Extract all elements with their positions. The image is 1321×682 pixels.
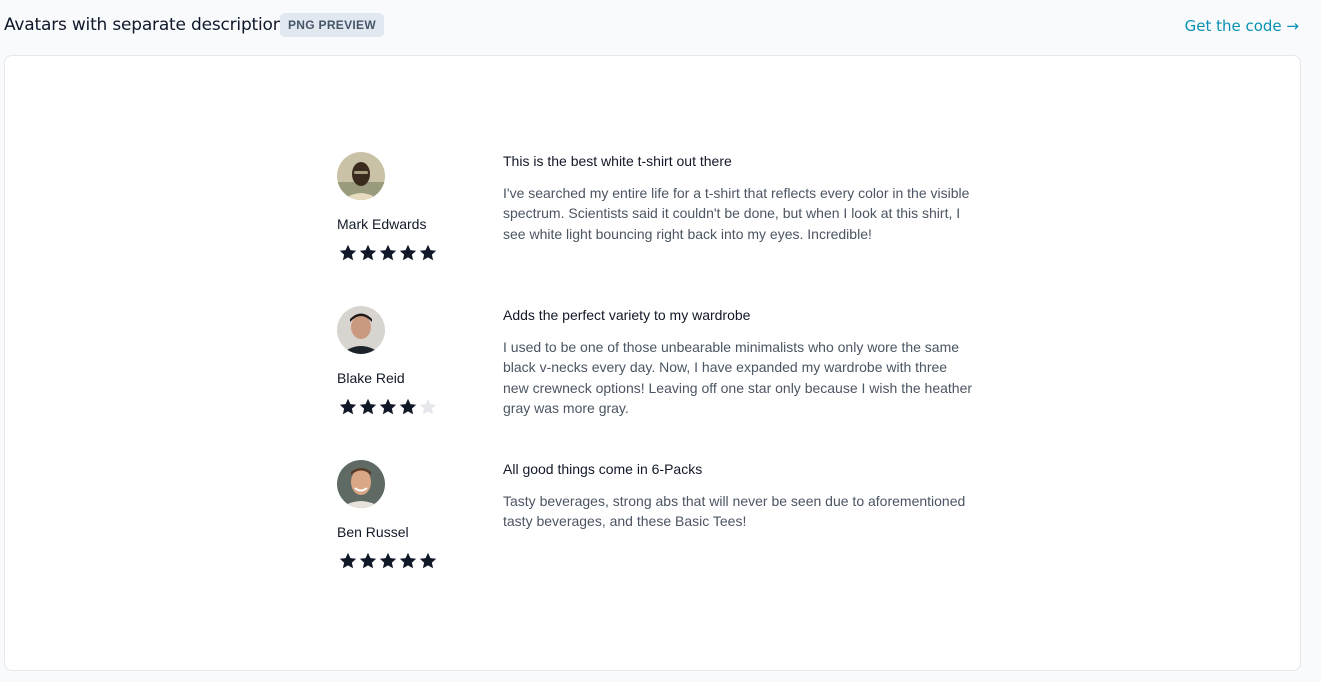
review-author: Mark Edwards (337, 216, 427, 232)
get-code-link[interactable]: Get the code → (1185, 17, 1299, 35)
review-author: Blake Reid (337, 370, 405, 386)
star-empty-icon (419, 398, 437, 415)
section-title: Avatars with separate description (4, 15, 284, 35)
star-filled-icon (379, 398, 397, 415)
review-headline: Adds the perfect variety to my wardrobe (503, 307, 751, 323)
review-headline: This is the best white t-shirt out there (503, 153, 732, 169)
review-body: I used to be one of those unbearable min… (503, 339, 973, 417)
star-rating (338, 551, 438, 571)
star-filled-icon (419, 244, 437, 261)
star-filled-icon (359, 398, 377, 415)
avatar (337, 152, 385, 200)
review-headline: All good things come in 6-Packs (503, 461, 703, 477)
star-filled-icon (379, 244, 397, 261)
star-filled-icon (379, 552, 397, 569)
section-header: Avatars with separate description PNG PR… (0, 0, 1321, 52)
star-filled-icon (359, 552, 377, 569)
star-filled-icon (339, 398, 357, 415)
star-filled-icon (399, 244, 417, 261)
star-filled-icon (399, 398, 417, 415)
png-preview-badge: PNG PREVIEW (280, 13, 384, 37)
review-body: I've searched my entire life for a t-shi… (503, 185, 970, 242)
review-author: Ben Russel (337, 524, 409, 540)
star-rating (338, 397, 438, 417)
star-filled-icon (419, 552, 437, 569)
star-filled-icon (339, 552, 357, 569)
avatar (337, 306, 385, 354)
review-body: Tasty beverages, strong abs that will ne… (503, 493, 966, 530)
star-filled-icon (359, 244, 377, 261)
avatar (337, 460, 385, 508)
preview-card: Mark Edwards This is the best white t-sh… (4, 55, 1301, 671)
star-filled-icon (339, 244, 357, 261)
star-filled-icon (399, 552, 417, 569)
star-rating (338, 243, 438, 263)
